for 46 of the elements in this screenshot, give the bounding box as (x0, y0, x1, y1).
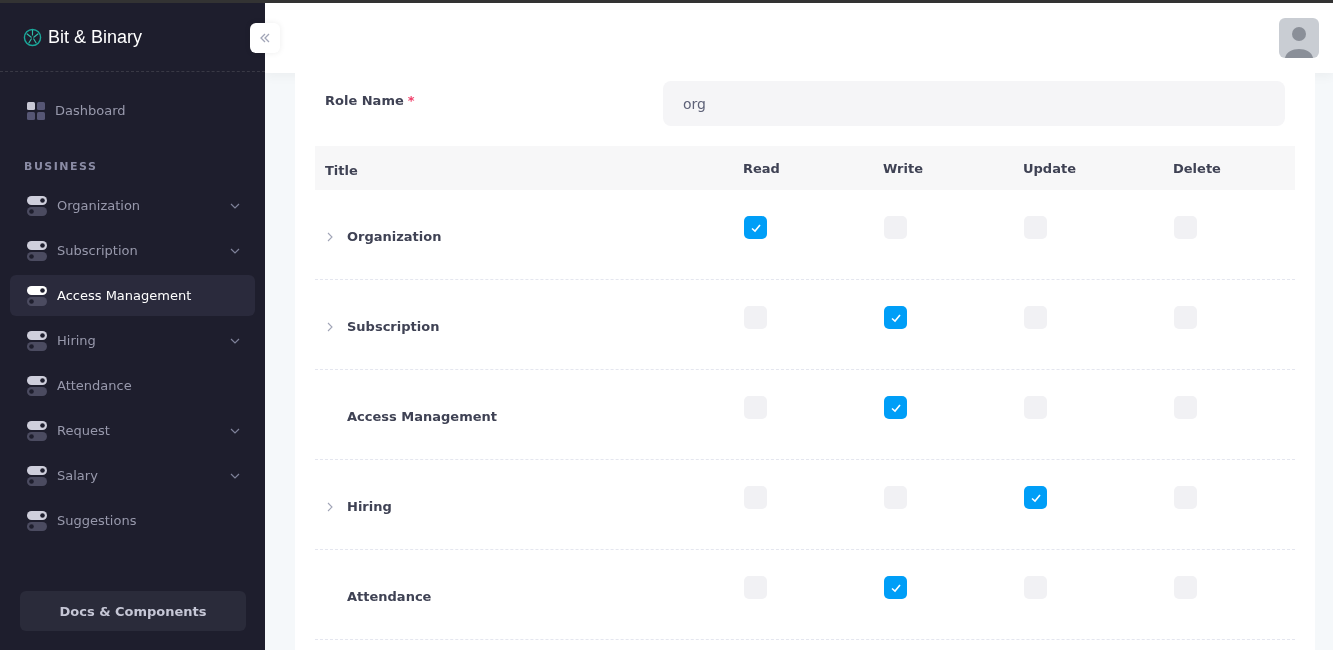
grid-icon (27, 101, 45, 120)
section-heading: BUSINESS (23, 159, 99, 175)
checkbox[interactable] (884, 396, 907, 419)
toggle-icon (27, 465, 47, 486)
nav-item[interactable]: Salary (10, 455, 255, 496)
required-mark: * (407, 93, 415, 108)
field-label: Role Name (325, 93, 404, 108)
nav-item[interactable]: Suggestions (10, 500, 255, 541)
toggle-icon (27, 240, 47, 261)
row-title: Organization (347, 229, 442, 244)
chevron-right-icon[interactable] (327, 321, 333, 332)
chevron-right-icon[interactable] (327, 501, 333, 512)
row-title: Hiring (347, 499, 392, 514)
toggle-icon (27, 195, 47, 216)
toggle-icon (27, 285, 47, 306)
avatar-icon[interactable] (1279, 18, 1319, 58)
nav-item[interactable]: Hiring (10, 320, 255, 361)
toggle-icon (27, 330, 47, 351)
row-title: Subscription (347, 319, 440, 334)
role-name-field[interactable]: org (663, 81, 1285, 126)
brand-name: Bit & Binary (48, 26, 143, 48)
nav-item[interactable]: Organization (10, 185, 255, 226)
checkbox[interactable] (1024, 486, 1047, 509)
row-title: Attendance (347, 589, 432, 604)
checkbox[interactable] (884, 306, 907, 329)
nav-item[interactable]: Request (10, 410, 255, 451)
toggle-icon (27, 420, 47, 441)
toggle-icon (27, 375, 47, 396)
toggle-icon (27, 510, 47, 531)
chevrons-left-icon (259, 32, 271, 44)
column-header: Write (882, 160, 924, 176)
docs-button[interactable]: Docs & Components (20, 591, 246, 631)
nav-item[interactable]: Subscription (10, 230, 255, 271)
collapse-button[interactable] (250, 23, 280, 53)
column-header: Read (742, 160, 781, 176)
column-header: Title (324, 161, 359, 178)
checkbox[interactable] (884, 576, 907, 599)
chevron-right-icon[interactable] (327, 231, 333, 242)
nav-item[interactable]: Dashboard (10, 90, 255, 131)
row-title: Access Management (347, 409, 497, 424)
nav-item[interactable]: Attendance (10, 365, 255, 406)
nav-item[interactable]: Access Management (10, 275, 255, 316)
logo-icon (23, 27, 42, 47)
checkbox[interactable] (744, 216, 767, 239)
column-header: Delete (1172, 160, 1222, 176)
column-header: Update (1022, 160, 1077, 176)
